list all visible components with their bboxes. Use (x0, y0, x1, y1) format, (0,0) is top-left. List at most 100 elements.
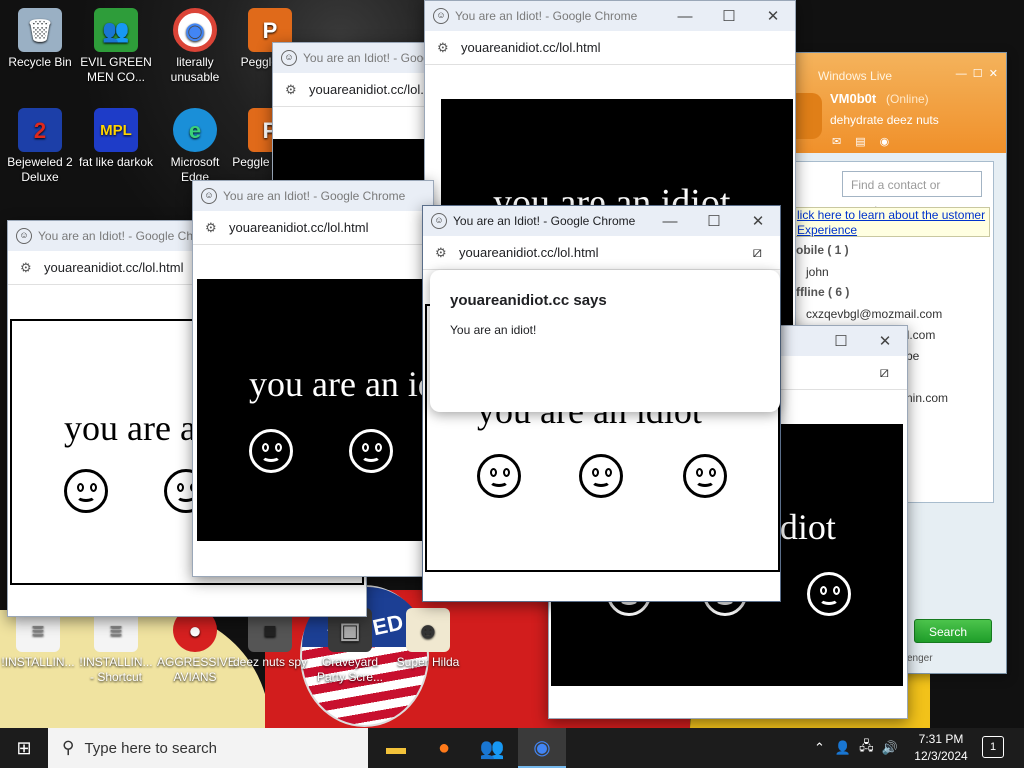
contact-item[interactable]: john (806, 265, 829, 279)
desktop-icon-evil-green-men[interactable]: 👥 EVIL GREEN MEN CO... (78, 8, 154, 85)
address-bar[interactable]: ⚙ youareanidiot.cc/lol.html ⧄ (423, 236, 780, 270)
address-bar[interactable]: ⚙ youareanidiot.cc/lol.html (193, 211, 433, 245)
idiot-text: you are an idiot (249, 364, 433, 404)
notification-count: 1 (989, 741, 997, 753)
url-text[interactable]: youareanidiot.cc/lol.html (461, 40, 795, 55)
contact-item[interactable]: cxzqevbgl@mozmail.com (806, 307, 942, 321)
contact-search-input[interactable]: Find a contact or number (842, 171, 982, 218)
url-text[interactable]: youareanidiot.cc/lol.html (309, 82, 433, 97)
contact-group[interactable]: ffline ( 6 ) (796, 285, 849, 299)
close-button[interactable]: ✕ (736, 212, 780, 230)
contact-item[interactable]: il.com (904, 328, 935, 342)
clock-time: 7:31 PM (918, 732, 964, 746)
close-button[interactable]: ✕ (863, 332, 907, 350)
windows-logo-icon: ⊞ (16, 737, 32, 758)
start-button[interactable]: ⊞ (0, 728, 48, 768)
smiley-favicon-icon: ☺ (201, 188, 217, 204)
network-icon[interactable]: 🖧 (859, 737, 874, 759)
taskbar-clock[interactable]: 7:31 PM 12/3/2024 (908, 731, 974, 765)
desktop-icon-label: Bejeweled 2 Deluxe (7, 155, 73, 184)
smiley-favicon-icon: ☺ (433, 8, 449, 24)
close-button[interactable]: ✕ (751, 7, 795, 25)
taskbar-search-placeholder: Type here to search (84, 739, 218, 757)
desktop-icon-label: !INSTALLIN... - Shortcut (79, 655, 153, 684)
clock-date: 12/3/2024 (914, 749, 968, 763)
messenger-status[interactable]: (Online) (886, 92, 929, 106)
desktop-icon-label: deez nuts spy (232, 655, 308, 669)
chrome-window[interactable]: ☺ You are an Idiot! - Google Chrome ⚙ yo… (192, 180, 434, 577)
taskbar: ⊞ ⚲ Type here to search ▬ ● 👥 ◉ ⌃ 👤 🖧 🔊 … (0, 728, 1024, 768)
url-text[interactable]: youareanidiot.cc/lol.html (459, 245, 752, 260)
smiley-icon (64, 469, 108, 513)
chrome-titlebar[interactable]: ☺ You are an Idiot! - Google Chrome (273, 43, 433, 73)
chrome-titlebar[interactable]: ☺ You are an Idiot! - Google Chrome — ☐ … (425, 1, 795, 31)
desktop-icon-installing-shortcut[interactable]: ≡ !INSTALLIN... - Shortcut (78, 608, 154, 685)
taskbar-search-box[interactable]: ⚲ Type here to search (48, 728, 368, 768)
desktop-icon-label: AGGRESSIVE AVIANS (157, 655, 236, 684)
bejeweled-icon: 2 (18, 108, 62, 152)
desktop-icon-graveyard-party[interactable]: ▣ Graveyard Party Scre... (312, 608, 388, 685)
chrome-titlebar[interactable]: ☺ You are an Idiot! - Google Chrome — ☐ … (423, 206, 780, 236)
volume-icon[interactable]: 🔊 (882, 740, 898, 756)
messenger-toolbar-icons[interactable]: ✉▤◉ (832, 135, 903, 148)
site-settings-icon[interactable]: ⚙ (437, 40, 451, 56)
smiley-favicon-icon: ☺ (16, 228, 32, 244)
popup-blocked-icon[interactable]: ⧄ (752, 244, 762, 261)
window-title: You are an Idiot! - Google Chrome (455, 9, 638, 23)
site-settings-icon[interactable]: ⚙ (205, 220, 219, 236)
desktop-icon-label: Recycle Bin (8, 55, 72, 69)
chrome-titlebar[interactable]: ☺ You are an Idiot! - Google Chrome (193, 181, 433, 211)
site-settings-icon[interactable]: ⚙ (20, 260, 34, 276)
desktop-icon-label: fat like darkok (78, 155, 154, 169)
desktop-icon-deez-nuts-spy[interactable]: ■ deez nuts spy (232, 608, 308, 670)
notification-center-button[interactable]: 1 (982, 736, 1004, 758)
desktop-icon-fat-like-darkok[interactable]: MPL fat like darkok (78, 108, 154, 170)
smiley-icon (807, 572, 851, 616)
customer-experience-link[interactable]: lick here to learn about the ustomer Exp… (794, 207, 990, 237)
contact-item[interactable]: be (906, 349, 919, 363)
minimize-button[interactable]: — (648, 213, 692, 230)
messenger-window-controls[interactable]: — ☐ ✕ (956, 67, 998, 80)
smiley-icon (683, 454, 727, 498)
address-bar[interactable]: ⚙ youareanidiot.cc/lol.html (273, 73, 433, 107)
page-content-black: you are an idiot (197, 279, 433, 541)
alert-dialog[interactable]: youareanidiot.cc says You are an idiot! (430, 270, 780, 412)
dialog-message: You are an idiot! (450, 323, 537, 337)
window-title: You are an Idiot! - Google Chrome (453, 214, 636, 228)
messenger-header: Windows Live — ☐ ✕ VM0b0t (Online) dehyd… (794, 53, 1006, 153)
site-settings-icon[interactable]: ⚙ (435, 245, 449, 261)
desktop-icon-aggressive-avians[interactable]: ● AGGRESSIVE AVIANS (157, 608, 236, 685)
desktop-icon-edge[interactable]: e Microsoft Edge (157, 108, 233, 185)
address-bar[interactable]: ⚙ youareanidiot.cc/lol.html (425, 31, 795, 65)
url-text[interactable]: youareanidiot.cc/lol.html (229, 220, 433, 235)
pixel-character-icon: ☻ (406, 608, 450, 652)
contact-item[interactable]: nin.com (906, 391, 948, 405)
file-explorer-taskbar-icon[interactable]: ▬ (372, 728, 420, 768)
chevron-up-icon[interactable]: ⌃ (814, 740, 825, 756)
personal-message[interactable]: dehydrate deez nuts (830, 113, 939, 127)
messenger-tray-icon[interactable]: 👤 (835, 740, 851, 756)
firefox-taskbar-icon[interactable]: ● (420, 728, 468, 768)
chrome-taskbar-icon[interactable]: ◉ (518, 728, 566, 768)
smiley-favicon-icon: ☺ (281, 50, 297, 66)
avatar[interactable] (794, 93, 822, 139)
site-settings-icon[interactable]: ⚙ (285, 82, 299, 98)
search-icon: ⚲ (62, 738, 75, 757)
desktop-icon-installing[interactable]: ≡ !INSTALLIN... (0, 608, 76, 670)
desktop-icon-label: Super Hilda (396, 655, 460, 669)
desktop-icon-chrome[interactable]: ◉ literally unusable (157, 8, 233, 85)
search-button[interactable]: Search (914, 619, 992, 643)
messenger-taskbar-icon[interactable]: 👥 (468, 728, 516, 768)
chrome-icon: ◉ (173, 8, 217, 52)
minimize-button[interactable]: — (663, 8, 707, 25)
desktop-icon-recycle-bin[interactable]: 🗑 Recycle Bin (2, 8, 78, 70)
contact-group[interactable]: obile ( 1 ) (796, 243, 849, 257)
maximize-button[interactable]: ☐ (819, 332, 863, 350)
desktop-icon-super-hilda[interactable]: ☻ Super Hilda (390, 608, 466, 670)
desktop-icon-bejeweled[interactable]: 2 Bejeweled 2 Deluxe (2, 108, 78, 185)
maximize-button[interactable]: ☐ (707, 7, 751, 25)
messenger-user-name[interactable]: VM0b0t (830, 91, 876, 106)
smiley-icon (349, 429, 393, 473)
popup-blocked-icon[interactable]: ⧄ (879, 364, 889, 381)
maximize-button[interactable]: ☐ (692, 212, 736, 230)
